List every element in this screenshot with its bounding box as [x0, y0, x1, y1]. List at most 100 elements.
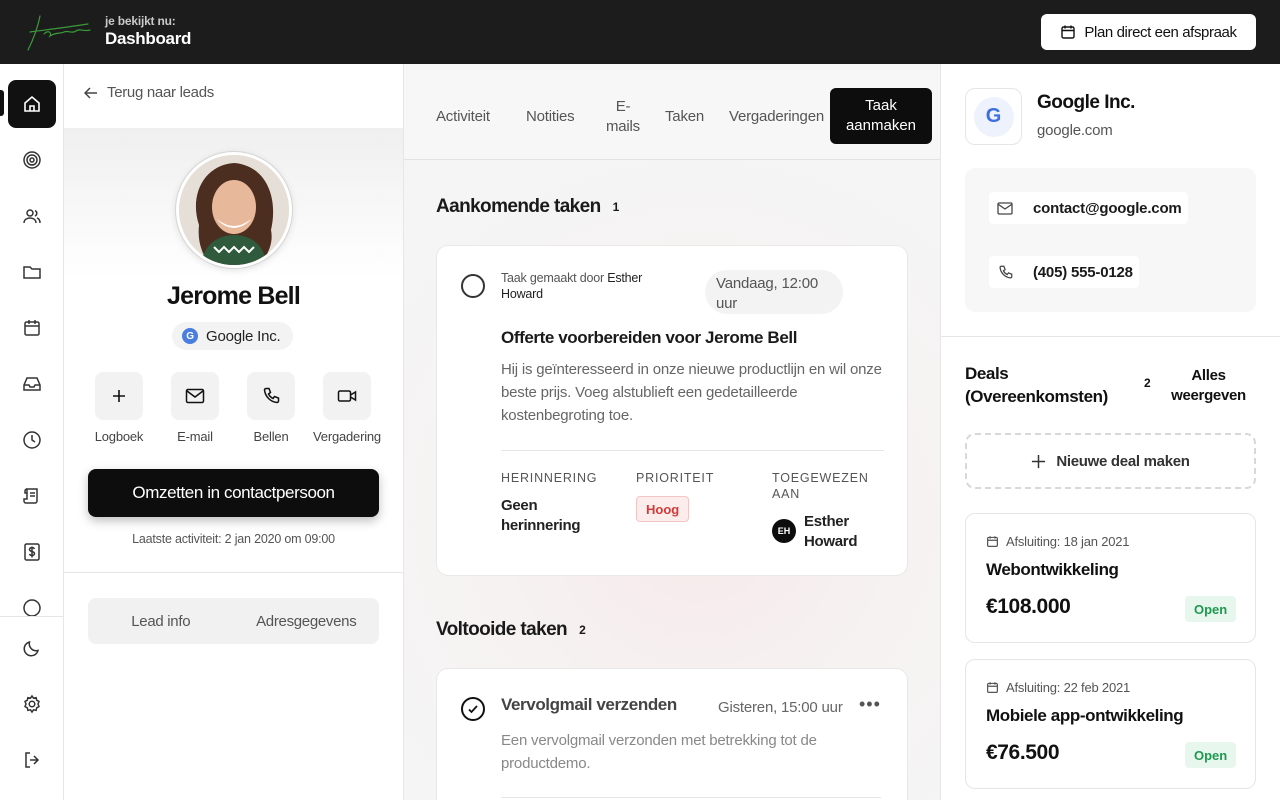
view-all-line1: Alles	[1191, 367, 1226, 384]
viewing-label: je bekijkt nu:	[105, 14, 176, 28]
nav-documents[interactable]	[8, 472, 56, 520]
lead-info-tabs: Lead info Adresgegevens	[88, 598, 379, 644]
action-call[interactable]: Bellen	[236, 372, 306, 444]
email-button[interactable]	[171, 372, 219, 420]
folder-icon	[23, 266, 41, 279]
arrow-left-icon	[84, 86, 97, 99]
tab-notes[interactable]: Notities	[526, 107, 575, 127]
email-row[interactable]: contact@google.com	[989, 192, 1188, 224]
more-options-icon[interactable]: •••	[859, 695, 881, 713]
nav-billing[interactable]	[8, 528, 56, 576]
nav-home[interactable]	[8, 80, 56, 128]
phone-row[interactable]: (405) 555-0128	[989, 256, 1139, 288]
deal-status-badge: Open	[1185, 596, 1237, 622]
nav-target[interactable]	[8, 136, 56, 184]
reminder-line2: herinnering	[501, 517, 581, 534]
nav-more[interactable]	[8, 584, 56, 616]
logbook-button[interactable]	[95, 372, 143, 420]
inbox-icon	[23, 377, 41, 391]
nav-history[interactable]	[8, 416, 56, 464]
view-all-line2: weergeven	[1171, 387, 1246, 404]
task-divider	[501, 450, 884, 451]
made-by-prefix: Taak gemaakt door	[501, 271, 604, 285]
completed-check-icon[interactable]	[461, 697, 485, 721]
plan-appointment-button[interactable]: Plan direct een afspraak	[1041, 14, 1256, 50]
deal-closing: Afsluiting: 18 jan 2021	[986, 534, 1130, 549]
brand-logo[interactable]	[22, 10, 96, 54]
company-domain[interactable]: google.com	[1037, 122, 1113, 139]
upcoming-tasks-heading: Aankomende taken 1	[436, 196, 619, 218]
company-logo: G	[965, 88, 1022, 145]
calendar-icon	[987, 682, 998, 693]
tab-meetings[interactable]: Vergaderingen	[729, 107, 824, 127]
action-meeting[interactable]: Vergadering	[312, 372, 382, 444]
meeting-button[interactable]	[323, 372, 371, 420]
contact-details: contact@google.com (405) 555-0128	[965, 168, 1256, 312]
completed-task-title[interactable]: Vervolgmail verzenden	[501, 695, 677, 715]
nav-calendar[interactable]	[8, 304, 56, 352]
new-deal-button[interactable]: Nieuwe deal maken	[965, 433, 1256, 489]
page-title: Dashboard	[105, 29, 192, 48]
calendar-icon	[1061, 25, 1076, 39]
back-to-leads-link[interactable]: Terug naar leads	[84, 84, 214, 101]
completed-count: 2	[579, 622, 586, 637]
convert-to-contact-button[interactable]: Omzetten in contactpersoon	[88, 469, 379, 517]
completed-task-divider	[501, 797, 881, 798]
completed-title: Voltooide taken	[436, 619, 568, 640]
tab-tasks[interactable]: Taken	[665, 107, 704, 127]
assigned-label-line1: TOEGEWEZEN	[772, 471, 869, 485]
logout-icon	[25, 752, 40, 768]
gear-icon	[24, 694, 40, 714]
tab-emails[interactable]: E- mails	[601, 97, 645, 137]
action-label: E-mail	[177, 429, 213, 444]
tab-lead-info[interactable]: Lead info	[88, 613, 234, 630]
action-label: Bellen	[253, 429, 289, 444]
completed-tasks-heading: Voltooide taken 2	[436, 619, 586, 641]
company-email: contact@google.com	[1033, 199, 1182, 217]
deal-name: Webontwikkeling	[986, 560, 1119, 579]
call-button[interactable]	[247, 372, 295, 420]
company-name[interactable]: Google Inc.	[1037, 92, 1135, 114]
deal-card[interactable]: Afsluiting: 22 feb 2021 Mobiele app-ontw…	[965, 659, 1256, 789]
action-logbook[interactable]: Logboek	[84, 372, 154, 444]
nav-folder[interactable]	[8, 248, 56, 296]
assigned-label: TOEGEWEZEN AAN	[772, 470, 869, 502]
nav-logout[interactable]	[8, 736, 56, 784]
nav-users[interactable]	[8, 192, 56, 240]
tab-address[interactable]: Adresgegevens	[234, 613, 380, 630]
lead-panel: Terug naar leads Jerome Bell G Google In…	[64, 64, 404, 800]
nav-settings[interactable]	[8, 680, 56, 728]
last-activity: Laatste activiteit: 2 jan 2020 om 09:00	[132, 532, 335, 546]
assignee-name: Esther Howard	[804, 512, 858, 552]
nav-divider	[0, 616, 63, 617]
company-chip[interactable]: G Google Inc.	[172, 322, 293, 350]
dollar-icon	[24, 543, 40, 561]
reminder-value: Geen herinnering	[501, 496, 581, 536]
more-icon	[23, 599, 41, 616]
video-icon	[337, 390, 357, 402]
nav-inbox[interactable]	[8, 360, 56, 408]
nav-dark-mode[interactable]	[8, 624, 56, 672]
task-author: Taak gemaakt door Esther Howard	[501, 270, 681, 302]
back-label: Terug naar leads	[107, 84, 214, 101]
completed-task-description: Een vervolgmail verzonden met betrekking…	[501, 732, 817, 772]
assignee-line1: Esther	[804, 513, 849, 530]
company-panel: G Google Inc. google.com contact@google.…	[940, 64, 1280, 800]
phone-icon	[989, 256, 1021, 288]
lead-divider	[64, 572, 403, 573]
complete-task-checkbox[interactable]	[461, 274, 485, 298]
task-title[interactable]: Offerte voorbereiden voor Jerome Bell	[501, 328, 797, 348]
calendar-icon	[987, 536, 998, 547]
tab-activity[interactable]: Activiteit	[436, 107, 490, 127]
action-label: Logboek	[94, 429, 144, 444]
create-task-button[interactable]: Taak aanmaken	[830, 88, 932, 144]
top-bar: je bekijkt nu: Dashboard Plan direct een…	[0, 0, 1280, 64]
completed-task-date: Gisteren, 15:00 uur	[718, 699, 843, 716]
deal-closing-date: Afsluiting: 22 feb 2021	[1006, 680, 1131, 695]
deal-status-badge: Open	[1185, 742, 1237, 768]
view-all-deals-link[interactable]: Alles weergeven	[1166, 366, 1251, 406]
target-icon	[23, 151, 41, 169]
deal-card[interactable]: Afsluiting: 18 jan 2021 Webontwikkeling …	[965, 513, 1256, 643]
deal-closing: Afsluiting: 22 feb 2021	[986, 680, 1130, 695]
action-email[interactable]: E-mail	[160, 372, 230, 444]
